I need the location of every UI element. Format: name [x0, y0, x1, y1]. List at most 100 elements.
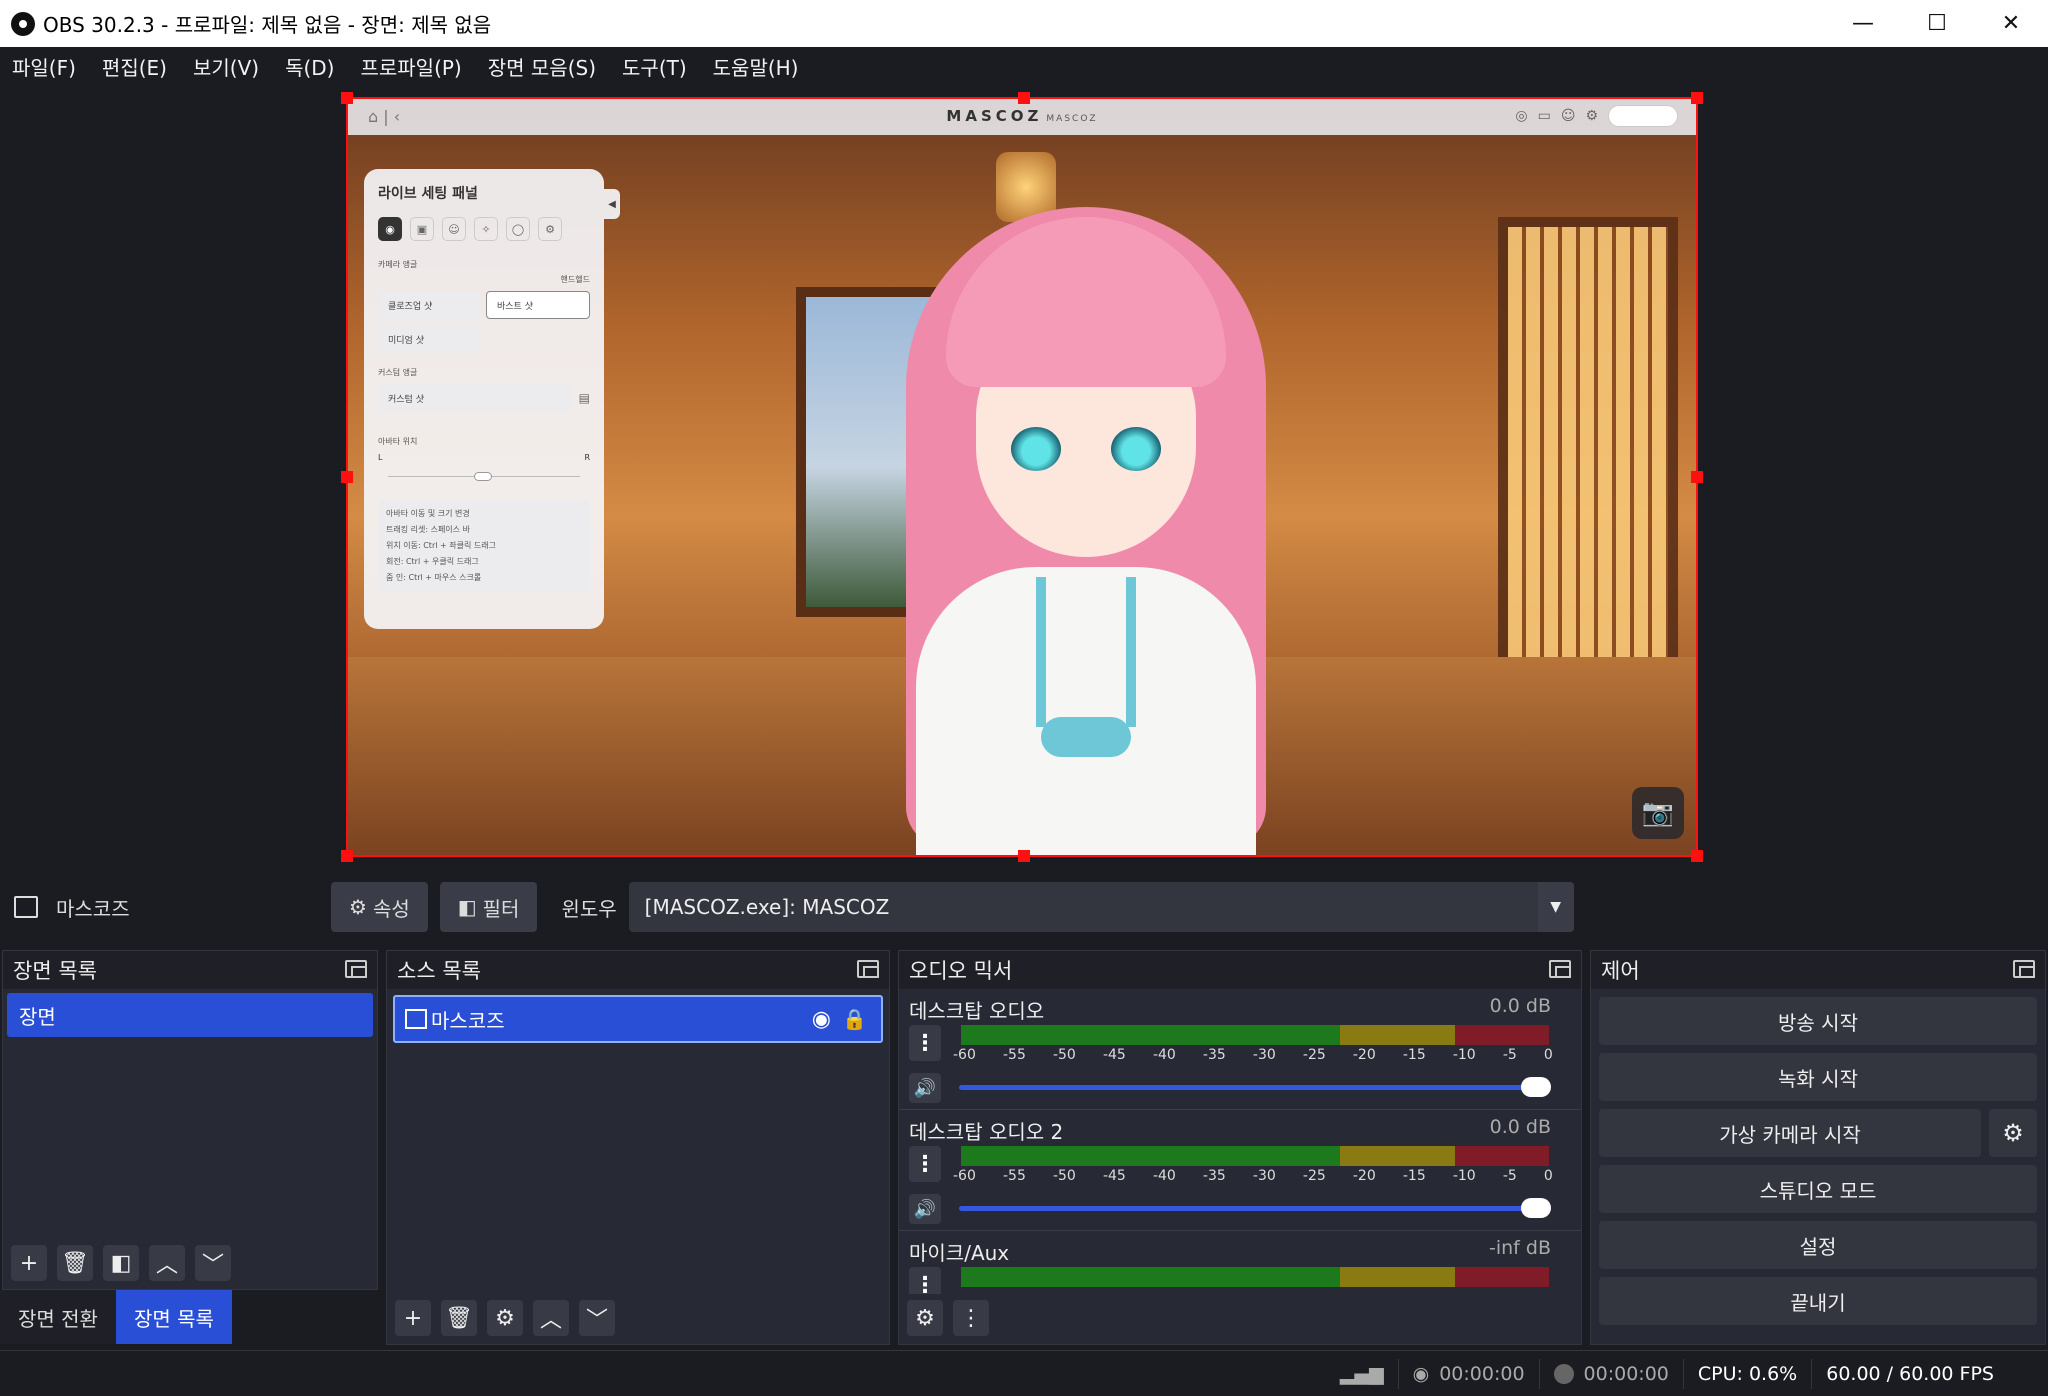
sources-title: 소스 목록 [397, 959, 481, 983]
add-scene-button[interactable]: + [11, 1245, 47, 1281]
fps-counter: 60.00 / 60.00 FPS [1811, 1358, 2008, 1389]
add-source-button[interactable]: + [395, 1300, 431, 1336]
filters-button[interactable]: ◧ 필터 [439, 882, 538, 932]
undock-icon[interactable] [1549, 960, 1571, 978]
mixer-title: 오디오 믹서 [909, 959, 1013, 983]
live-setting-panel: 라이브 세팅 패널 ◉ ▣ ☺ ✧ ◯ ⚙ 카메라 앵글 핸드헬드 클로즈업 샷… [364, 169, 604, 629]
move-up-icon[interactable]: ︿ [149, 1245, 185, 1281]
preview-canvas[interactable]: ⌂ | ‹ MASCOZMASCOZ ◎ ▭ ☺ ⚙ 라이브 세팅 패널 ◉ [346, 97, 1698, 857]
scenes-dock: 장면 목록 장면 + 🗑 ◧ ︿ ﹀ [2, 950, 378, 1290]
advanced-audio-gear-icon[interactable]: ⚙ [907, 1300, 943, 1336]
start-recording-button[interactable]: 녹화 시작 [1599, 1053, 2037, 1101]
properties-button[interactable]: ⚙ 속성 [331, 882, 428, 932]
menu-view[interactable]: 보기(V) [193, 52, 259, 81]
record-status: 00:00:00 [1538, 1358, 1683, 1389]
selected-source-name: 마스코즈 [56, 896, 130, 921]
undock-icon[interactable] [857, 960, 879, 978]
headset-icon: ◎ [1515, 108, 1528, 124]
mixer-channel: 데스크탑 오디오 2 0.0 dB ⋮ -60 -55 -50 -45 -40 -35 -3… [899, 1110, 1581, 1231]
start-virtual-camera-button[interactable]: 가상 카메라 시작 [1599, 1109, 1981, 1157]
panel-collapse-icon: ◀ [604, 189, 620, 219]
lock-icon[interactable]: 🔒 [842, 1007, 867, 1031]
channel-name: 데스크탑 오디오 2 [909, 1120, 1064, 1144]
signal-icon: ▂▄▆ [1339, 1362, 1384, 1385]
volume-slider[interactable] [959, 1077, 1551, 1097]
speaker-icon[interactable]: 🔊 [909, 1194, 941, 1224]
move-up-icon[interactable]: ︿ [533, 1300, 569, 1336]
menu-help[interactable]: 도움말(H) [713, 52, 799, 81]
channel-menu-icon[interactable]: ⋮ [909, 1267, 941, 1294]
move-down-icon[interactable]: ﹀ [579, 1300, 615, 1336]
menu-profile[interactable]: 프로파일(P) [360, 52, 461, 81]
virtual-camera-gear-icon[interactable]: ⚙ [1989, 1109, 2037, 1157]
mixer-channel-list[interactable]: 데스크탑 오디오 0.0 dB ⋮ -60 -55 -50 -45 -40 -35 -30-… [899, 989, 1581, 1294]
studio-mode-button[interactable]: 스튜디오 모드 [1599, 1165, 2037, 1213]
avatar-position-slider [388, 472, 580, 486]
undock-icon[interactable] [345, 960, 367, 978]
scene-dock-tabs: 장면 전환 장면 목록 [0, 1290, 232, 1344]
preview-area[interactable]: ⌂ | ‹ MASCOZMASCOZ ◎ ▭ ☺ ⚙ 라이브 세팅 패널 ◉ [0, 85, 2048, 862]
settings-button[interactable]: 설정 [1599, 1221, 2037, 1269]
start-streaming-button[interactable]: 방송 시작 [1599, 997, 2037, 1045]
scene-item[interactable]: 장면 [7, 993, 373, 1037]
trash-icon[interactable]: 🗑 [57, 1245, 93, 1281]
channel-db: 0.0 dB [1489, 995, 1551, 1017]
stream-status: ◉ 00:00:00 [1397, 1358, 1539, 1389]
menu-docks[interactable]: 독(D) [285, 52, 334, 81]
custom-shot-option: 커스텀 샷 [378, 384, 573, 412]
bust-shot-option: 바스트 샷 [486, 291, 590, 319]
save-icon: ▤ [578, 391, 590, 405]
channel-name: 데스크탑 오디오 [909, 999, 1045, 1023]
channel-name: 마이크/Aux [909, 1241, 1010, 1265]
help-box: 아바타 이동 및 크기 변경 트래킹 리셋: 스페이스 바 위치 이동: Ctr… [378, 500, 590, 592]
cpu-usage: CPU: 0.6% [1682, 1358, 1811, 1389]
window-icon [405, 1009, 427, 1029]
undock-icon[interactable] [2013, 960, 2035, 978]
menu-file[interactable]: 파일(F) [12, 52, 76, 81]
mixer-menu-icon[interactable]: ⋮ [953, 1300, 989, 1336]
menu-edit[interactable]: 편집(E) [102, 52, 167, 81]
camera-icon: ◉ [378, 217, 402, 241]
meter-ticks: -60 -55 -50 -45 -40 -35 -30 -25 -20 -15 -10 -5 0 [953, 1047, 1553, 1063]
gear-icon: ⚙ [1585, 108, 1598, 124]
source-properties-gear-icon[interactable]: ⚙ [487, 1300, 523, 1336]
body-icon: ◯ [506, 217, 530, 241]
channel-db: 0.0 dB [1489, 1116, 1551, 1138]
tab-scene-transitions[interactable]: 장면 전환 [0, 1290, 116, 1344]
window-capture-icon [14, 896, 38, 918]
exit-button[interactable]: 끝내기 [1599, 1277, 2037, 1325]
menu-tools[interactable]: 도구(T) [622, 52, 687, 81]
source-item[interactable]: 마스코즈 ◉ 🔒 [393, 995, 883, 1043]
controls-title: 제어 [1601, 959, 1640, 983]
screenshot-camera-icon: 📷 [1632, 787, 1684, 839]
trash-icon[interactable]: 🗑 [441, 1300, 477, 1336]
scene-filter-icon[interactable]: ◧ [103, 1245, 139, 1281]
mascot-icon: ☺ [1560, 108, 1576, 124]
image-icon: ▣ [410, 217, 434, 241]
channel-menu-icon[interactable]: ⋮ [909, 1146, 941, 1182]
home-back-icon: ⌂ | ‹ [368, 106, 401, 126]
speaker-icon[interactable]: 🔊 [909, 1073, 941, 1103]
chevron-down-icon[interactable]: ▼ [1537, 882, 1574, 932]
audio-mixer-dock: 오디오 믹서 데스크탑 오디오 0.0 dB ⋮ -60 -55 -50 -45 -40… [898, 950, 1582, 1345]
scenes-title: 장면 목록 [13, 959, 97, 983]
closeup-shot-option: 클로즈업 샷 [378, 291, 480, 319]
maximize-button[interactable]: ☐ [1900, 0, 1974, 47]
minimize-button[interactable]: — [1826, 0, 1900, 47]
mixer-channel: 데스크탑 오디오 0.0 dB ⋮ -60 -55 -50 -45 -40 -35 -30-… [899, 989, 1581, 1110]
record-icon [1553, 1363, 1574, 1384]
menu-scene-collection[interactable]: 장면 모음(S) [488, 52, 596, 81]
avatar-position-label: 아바타 위치 [378, 437, 418, 446]
motion-icon: ✧ [474, 217, 498, 241]
settings-icon: ⚙ [538, 217, 562, 241]
close-button[interactable]: ✕ [1974, 0, 2048, 47]
panel-title: 라이브 세팅 패널 [378, 186, 478, 202]
volume-slider[interactable] [959, 1198, 1551, 1218]
move-down-icon[interactable]: ﹀ [195, 1245, 231, 1281]
window-select[interactable]: [MASCOZ.exe]: MASCOZ ▼ [628, 882, 1574, 932]
visibility-eye-icon[interactable]: ◉ [812, 1007, 831, 1032]
channel-menu-icon[interactable]: ⋮ [909, 1025, 941, 1061]
tab-scene-list[interactable]: 장면 목록 [115, 1290, 232, 1344]
face-icon: ☺ [442, 217, 466, 241]
gear-icon: ⚙ [349, 895, 367, 919]
